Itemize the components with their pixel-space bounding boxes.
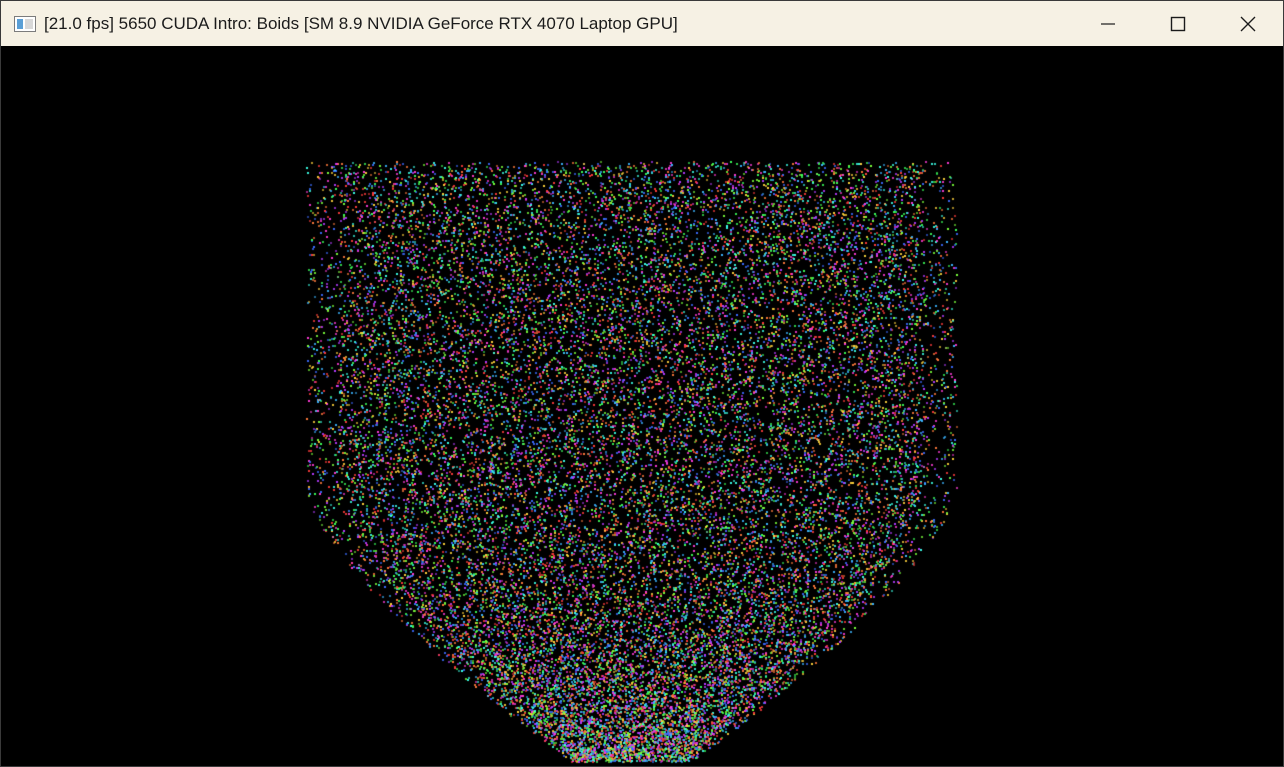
- title-bar[interactable]: [21.0 fps] 5650 CUDA Intro: Boids [SM 8.…: [1, 1, 1283, 46]
- boids-window: [21.0 fps] 5650 CUDA Intro: Boids [SM 8.…: [0, 0, 1284, 767]
- maximize-button[interactable]: [1143, 1, 1213, 46]
- close-icon: [1240, 16, 1256, 31]
- minimize-button[interactable]: [1073, 1, 1143, 46]
- caption-buttons: [1073, 1, 1283, 46]
- app-window-icon[interactable]: [14, 15, 36, 32]
- render-viewport[interactable]: [1, 46, 1283, 766]
- minimize-icon: [1101, 22, 1115, 25]
- window-title: [21.0 fps] 5650 CUDA Intro: Boids [SM 8.…: [44, 13, 678, 33]
- boid-particle-cloud: [1, 46, 1283, 766]
- maximize-icon: [1170, 16, 1186, 31]
- close-button[interactable]: [1213, 1, 1283, 46]
